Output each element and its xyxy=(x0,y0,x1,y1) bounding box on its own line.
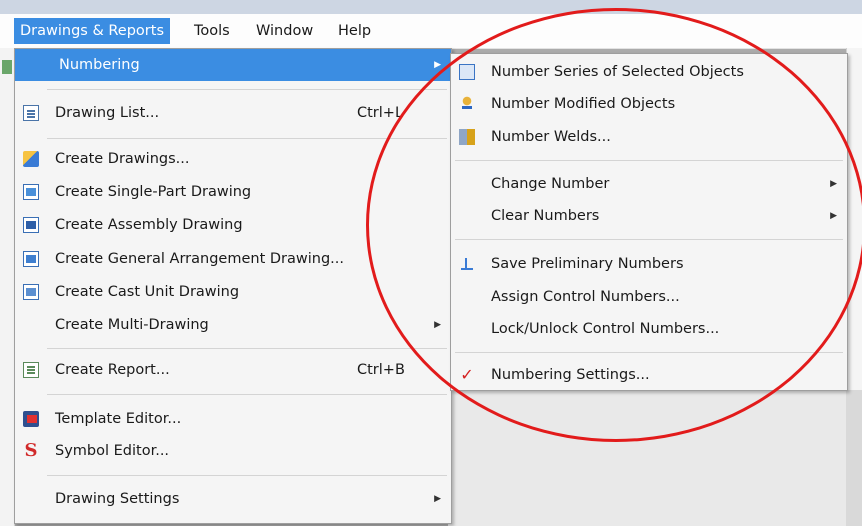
menu-item-change-number[interactable]: Change Number ▶ xyxy=(451,168,847,200)
menu-separator xyxy=(47,138,447,139)
right-panel-edge xyxy=(846,48,862,390)
number-modified-icon xyxy=(459,96,475,112)
menu-separator xyxy=(47,394,447,395)
menu-item-save-preliminary[interactable]: Save Preliminary Numbers xyxy=(451,248,847,280)
create-drawings-icon xyxy=(23,151,39,167)
number-series-icon xyxy=(459,64,475,80)
menu-item-lock-unlock-control[interactable]: Lock/Unlock Control Numbers... xyxy=(451,313,847,345)
submenu-arrow-icon: ▶ xyxy=(830,211,837,221)
menu-item-label: Drawing List... xyxy=(55,105,160,121)
menu-window[interactable]: Window xyxy=(250,18,319,44)
menu-item-label: Numbering Settings... xyxy=(491,367,650,383)
toolbar-left xyxy=(0,48,15,526)
ga-drawing-icon xyxy=(23,251,39,267)
menu-item-single-part-drawing[interactable]: Create Single-Part Drawing xyxy=(15,176,451,208)
report-icon xyxy=(23,362,39,378)
menu-item-assign-control-numbers[interactable]: Assign Control Numbers... xyxy=(451,281,847,313)
number-welds-icon xyxy=(459,129,475,145)
menu-item-label: Create General Arrangement Drawing... xyxy=(55,251,344,267)
menu-separator xyxy=(47,89,447,90)
menu-item-label: Create Report... xyxy=(55,362,170,378)
cast-unit-drawing-icon xyxy=(23,284,39,300)
menu-item-label: Number Series of Selected Objects xyxy=(491,64,744,80)
drawings-reports-menu: Numbering ▶ Drawing List... Ctrl+L Creat… xyxy=(14,48,452,524)
save-preliminary-icon xyxy=(459,256,475,272)
menu-separator xyxy=(47,348,447,349)
menu-item-drawing-list[interactable]: Drawing List... Ctrl+L xyxy=(15,97,451,129)
menu-help[interactable]: Help xyxy=(332,18,377,44)
menu-item-number-series[interactable]: Number Series of Selected Objects xyxy=(451,56,847,88)
menu-item-label: Number Modified Objects xyxy=(491,96,676,112)
menu-item-assembly-drawing[interactable]: Create Assembly Drawing xyxy=(15,209,451,241)
menu-item-label: Create Single-Part Drawing xyxy=(55,184,252,200)
menu-item-label: Clear Numbers xyxy=(491,208,600,224)
symbol-editor-icon: S xyxy=(24,440,38,461)
assembly-drawing-icon xyxy=(23,217,39,233)
submenu-arrow-icon: ▶ xyxy=(434,494,441,504)
menu-item-label: Drawing Settings xyxy=(55,491,180,507)
menu-item-label: Create Assembly Drawing xyxy=(55,217,243,233)
submenu-arrow-icon: ▶ xyxy=(434,320,441,330)
menu-item-number-welds[interactable]: Number Welds... xyxy=(451,121,847,153)
menu-item-numbering[interactable]: Numbering ▶ xyxy=(15,49,451,81)
menu-separator xyxy=(455,160,843,161)
vertical-scrollbar[interactable] xyxy=(846,390,862,526)
menu-item-clear-numbers[interactable]: Clear Numbers ▶ xyxy=(451,200,847,232)
menu-item-label: Assign Control Numbers... xyxy=(491,289,680,305)
menu-item-cast-unit-drawing[interactable]: Create Cast Unit Drawing xyxy=(15,276,451,308)
menu-bar: Drawings & Reports Tools Window Help xyxy=(0,14,862,49)
menu-item-label: Number Welds... xyxy=(491,129,611,145)
numbering-submenu: Number Series of Selected Objects Number… xyxy=(450,53,848,391)
template-editor-icon xyxy=(23,411,39,427)
menu-item-label: Create Multi-Drawing xyxy=(55,317,209,333)
menu-item-numbering-settings[interactable]: ✓ Numbering Settings... xyxy=(451,359,847,391)
toolbar-icon[interactable] xyxy=(2,60,12,74)
menu-drawings-reports[interactable]: Drawings & Reports xyxy=(14,18,170,44)
menu-item-template-editor[interactable]: Template Editor... xyxy=(15,403,451,435)
window-title-strip xyxy=(0,0,862,14)
single-part-drawing-icon xyxy=(23,184,39,200)
menu-item-create-report[interactable]: Create Report... Ctrl+B xyxy=(15,354,451,386)
shortcut-label: Ctrl+L xyxy=(357,105,404,121)
menu-item-label: Lock/Unlock Control Numbers... xyxy=(491,321,720,337)
menu-item-symbol-editor[interactable]: S Symbol Editor... xyxy=(15,435,451,467)
menu-separator xyxy=(47,475,447,476)
menu-item-label: Create Cast Unit Drawing xyxy=(55,284,240,300)
menu-item-number-modified[interactable]: Number Modified Objects xyxy=(451,88,847,120)
numbering-settings-icon: ✓ xyxy=(460,365,474,384)
menu-item-label: Template Editor... xyxy=(55,411,182,427)
menu-item-label: Save Preliminary Numbers xyxy=(491,256,684,272)
menu-item-multi-drawing[interactable]: Create Multi-Drawing ▶ xyxy=(15,309,451,341)
menu-tools[interactable]: Tools xyxy=(188,18,236,44)
shortcut-label: Ctrl+B xyxy=(357,362,405,378)
menu-item-label: Numbering xyxy=(59,57,140,73)
menu-item-label: Create Drawings... xyxy=(55,151,190,167)
menu-item-ga-drawing[interactable]: Create General Arrangement Drawing... xyxy=(15,243,451,275)
menu-item-drawing-settings[interactable]: Drawing Settings ▶ xyxy=(15,483,451,515)
menu-item-create-drawings[interactable]: Create Drawings... xyxy=(15,143,451,175)
menu-separator xyxy=(455,239,843,240)
menu-item-label: Change Number xyxy=(491,176,610,192)
menu-item-label: Symbol Editor... xyxy=(55,443,170,459)
submenu-arrow-icon: ▶ xyxy=(830,179,837,189)
drawing-list-icon xyxy=(23,105,39,121)
submenu-arrow-icon: ▶ xyxy=(434,60,441,70)
menu-separator xyxy=(455,352,843,353)
workspace-background xyxy=(448,390,862,526)
